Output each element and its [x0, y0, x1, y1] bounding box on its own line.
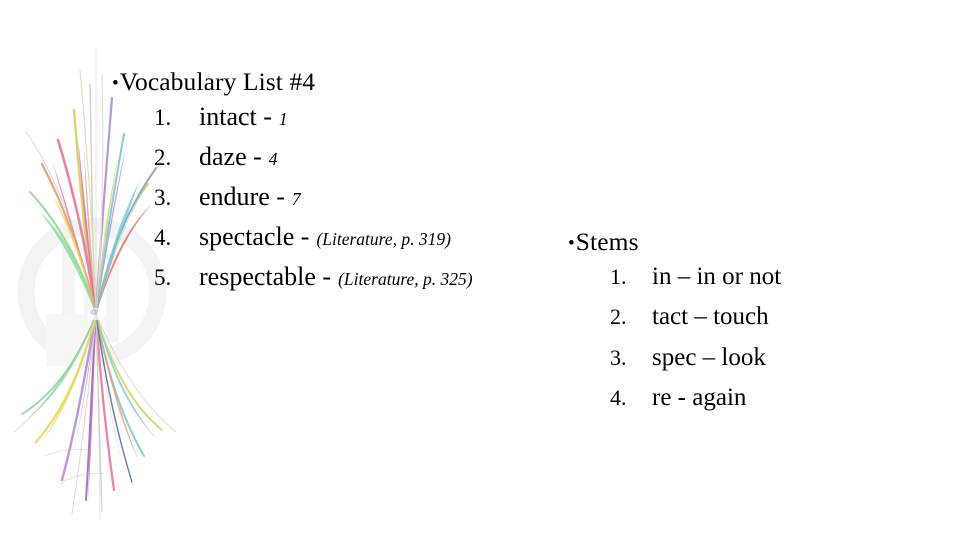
list-item-term: spectacle -: [199, 222, 310, 252]
list-item-number: 2.: [610, 304, 627, 330]
list-item-number: 4.: [610, 385, 627, 411]
list-item: 1. in – in or not: [568, 257, 938, 298]
list-item: 2. tact – touch: [568, 297, 938, 338]
list-item-term: tact – touch: [652, 303, 769, 331]
list-item: 3. spec – look: [568, 338, 938, 379]
list-item-number: 1.: [154, 104, 172, 130]
list-item-reference: 1: [278, 108, 288, 129]
list-item-reference: 4: [268, 148, 278, 169]
stems-list-heading: •Stems: [568, 227, 938, 257]
bullet-icon: •: [568, 233, 575, 254]
vocabulary-items: 1. intact - 1 2. daze - 4 3. endure - 7 …: [112, 97, 572, 298]
stems-items: 1. in – in or not 2. tact – touch 3. spe…: [568, 257, 938, 419]
list-item-term: endure -: [199, 181, 285, 211]
list-item-term: spec – look: [652, 343, 766, 371]
list-item-number: 5.: [154, 265, 172, 291]
list-item-term: respectable -: [199, 262, 332, 292]
stems-list-heading-label: Stems: [575, 227, 639, 256]
list-item: 5. respectable - (Literature, p. 325): [112, 257, 572, 297]
list-item-term: re - again: [652, 384, 747, 412]
list-item-term: intact -: [199, 101, 272, 131]
list-item: 3. endure - 7: [112, 177, 572, 217]
list-item-term: in – in or not: [652, 262, 782, 290]
list-item-reference: (Literature, p. 325): [338, 269, 473, 290]
list-item-number: 1.: [610, 263, 627, 289]
vocabulary-list-heading-label: Vocabulary List #4: [119, 67, 316, 96]
list-item-reference: (Literature, p. 319): [316, 229, 451, 250]
stems-list-column: •Stems 1. in – in or not 2. tact – touch…: [568, 227, 938, 419]
presentation-slide: •Vocabulary List #4 1. intact - 1 2. daz…: [0, 0, 960, 540]
vocabulary-list-column: •Vocabulary List #4 1. intact - 1 2. daz…: [112, 67, 572, 298]
list-item-term: daze -: [199, 141, 262, 171]
list-item: 1. intact - 1: [112, 97, 572, 137]
list-item-number: 3.: [154, 184, 172, 210]
vocabulary-list-heading: •Vocabulary List #4: [112, 67, 572, 97]
list-item: 4. spectacle - (Literature, p. 319): [112, 217, 572, 257]
list-item-number: 2.: [154, 144, 172, 170]
list-item: 4. re - again: [568, 378, 938, 419]
bullet-icon: •: [112, 73, 119, 94]
list-item: 2. daze - 4: [112, 137, 572, 177]
list-item-number: 3.: [610, 344, 627, 370]
list-item-reference: 7: [291, 188, 301, 209]
list-item-number: 4.: [154, 225, 172, 251]
